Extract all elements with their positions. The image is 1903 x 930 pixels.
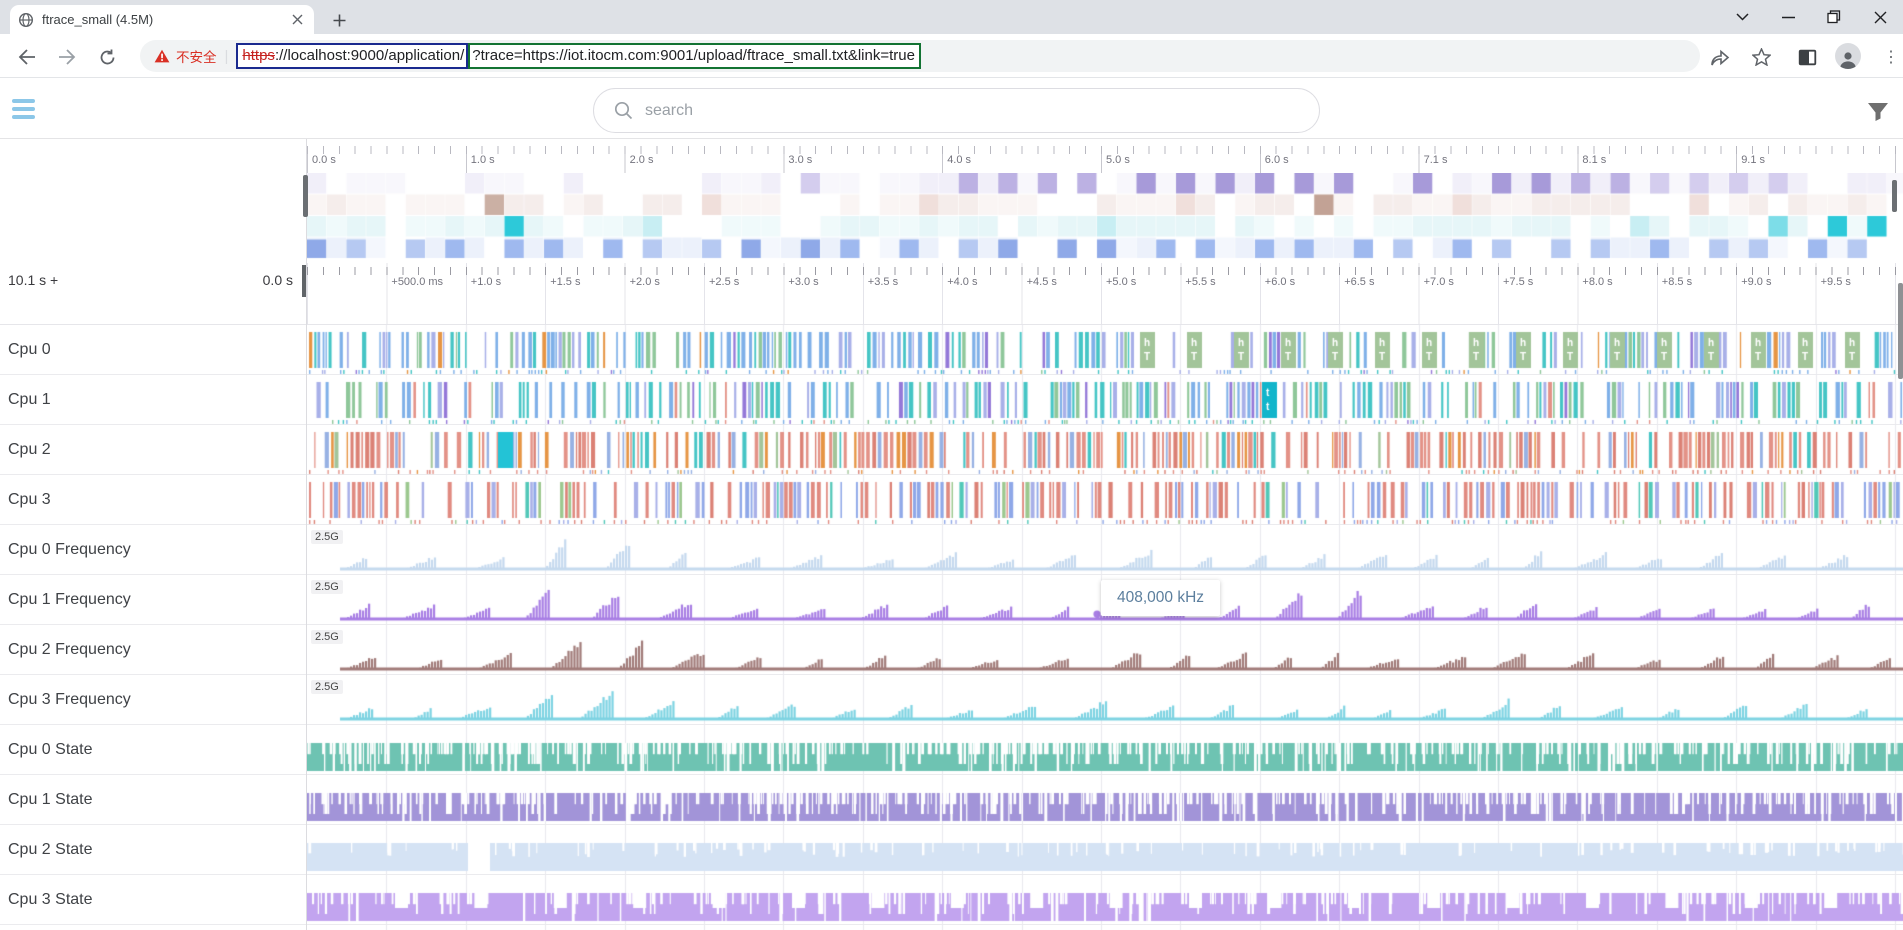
range-start-label: 0.0 s bbox=[263, 272, 293, 288]
back-icon[interactable] bbox=[14, 44, 40, 70]
visible-range-label: 10.1 s + bbox=[8, 272, 58, 288]
subruler-label: +4.0 s bbox=[947, 276, 977, 288]
ruler-label: 0.0 s bbox=[312, 154, 336, 166]
ruler-label: 4.0 s bbox=[947, 154, 971, 166]
track-label: Cpu 3 State bbox=[8, 875, 93, 924]
viewport-ruler: 10.1 s + 0.0 s +500.0 ms +1.0 s +1.5 s +2.0… bbox=[0, 259, 1903, 325]
overview-ruler: 0.0 s 1.0 s 2.0 s 3.0 s 4.0 s 5.0 s 6.0 s 7.1 s… bbox=[0, 139, 1903, 173]
ruler-label: 7.1 s bbox=[1424, 154, 1448, 166]
minimap-right-handle[interactable] bbox=[1892, 180, 1897, 212]
tab-strip: ftrace_small (4.5M) bbox=[0, 0, 1903, 34]
ruler-labels: 0.0 s 1.0 s 2.0 s 3.0 s 4.0 s 5.0 s 6.0 s 7.1 s… bbox=[307, 154, 1903, 172]
url-query-highlight: ?trace=https://iot.itocm.com:9001/upload… bbox=[468, 43, 921, 69]
reload-icon[interactable] bbox=[94, 44, 120, 70]
ruler-label: 8.1 s bbox=[1582, 154, 1606, 166]
track-label: Cpu 2 State bbox=[8, 825, 93, 874]
globe-icon bbox=[18, 12, 34, 28]
security-warning-label: 不安全 bbox=[176, 46, 217, 66]
track-label: Cpu 1 State bbox=[8, 775, 93, 824]
security-warning-icon bbox=[154, 49, 170, 63]
tab-close-icon[interactable] bbox=[288, 11, 306, 29]
track-label: Cpu 2 bbox=[8, 425, 51, 474]
url-scheme: https bbox=[242, 47, 275, 64]
subruler-label: +2.0 s bbox=[630, 276, 660, 288]
share-icon[interactable] bbox=[1708, 45, 1732, 69]
subruler-label: +1.0 s bbox=[471, 276, 501, 288]
bookmark-star-icon[interactable] bbox=[1749, 45, 1773, 69]
forward-icon[interactable] bbox=[54, 44, 80, 70]
search-icon bbox=[614, 101, 633, 120]
subruler-label: +9.5 s bbox=[1821, 276, 1851, 288]
subruler-label: +8.5 s bbox=[1662, 276, 1692, 288]
subruler-label: +7.0 s bbox=[1424, 276, 1454, 288]
track-label: Cpu 1 Frequency bbox=[8, 575, 131, 624]
overview-minimap[interactable] bbox=[307, 173, 1903, 259]
url-base-highlight: https://localhost:9000/application/ bbox=[236, 43, 468, 69]
window-controls bbox=[1719, 0, 1903, 34]
subruler-label: +3.0 s bbox=[788, 276, 818, 288]
filter-funnel-icon[interactable] bbox=[1867, 102, 1889, 124]
track-label: Cpu 1 bbox=[8, 375, 51, 424]
track-label: Cpu 0 State bbox=[8, 725, 93, 774]
track-label: Cpu 3 Frequency bbox=[8, 675, 131, 724]
side-panel-icon[interactable] bbox=[1795, 45, 1819, 69]
tab-title: ftrace_small (4.5M) bbox=[42, 12, 288, 27]
subruler-label: +500.0 ms bbox=[391, 276, 443, 288]
track-list: Cpu 0Cpu 1Cpu 2Cpu 3Cpu 0 Frequency2.5GC… bbox=[0, 325, 1903, 930]
ruler-tick-marks bbox=[307, 146, 1903, 154]
subruler-labels: +500.0 ms +1.0 s +1.5 s +2.0 s +2.5 s +3.0 s +… bbox=[307, 276, 1903, 292]
subruler-label: +5.0 s bbox=[1106, 276, 1136, 288]
omnibox-separator: | bbox=[225, 48, 229, 65]
subruler-tick-marks bbox=[307, 267, 1903, 275]
address-bar[interactable]: 不安全 | https://localhost:9000/application… bbox=[140, 40, 1700, 72]
browser-menu-icon[interactable]: ⋮ bbox=[1882, 44, 1900, 70]
timeline-canvas[interactable] bbox=[307, 325, 1903, 930]
frequency-tooltip: 408,000 kHz bbox=[1101, 580, 1220, 616]
search-input[interactable] bbox=[645, 102, 1299, 120]
subruler-label: +3.5 s bbox=[868, 276, 898, 288]
track-label: Cpu 2 Frequency bbox=[8, 625, 131, 674]
url-host-path: ://localhost:9000/application/ bbox=[275, 47, 464, 64]
ruler-label: 3.0 s bbox=[788, 154, 812, 166]
minimap-left-handle[interactable] bbox=[303, 175, 308, 217]
close-icon[interactable] bbox=[1857, 0, 1903, 34]
subruler-label: +7.5 s bbox=[1503, 276, 1533, 288]
subruler-label: +6.0 s bbox=[1265, 276, 1295, 288]
profile-avatar[interactable] bbox=[1835, 43, 1861, 69]
ruler-label: 9.1 s bbox=[1741, 154, 1765, 166]
search-box[interactable] bbox=[593, 88, 1320, 133]
origin-marker[interactable] bbox=[302, 265, 306, 297]
new-tab-button[interactable] bbox=[326, 7, 352, 33]
track-label: Cpu 3 bbox=[8, 475, 51, 524]
browser-toolbar: 不安全 | https://localhost:9000/application… bbox=[0, 34, 1903, 78]
ruler-label: 5.0 s bbox=[1106, 154, 1130, 166]
subruler-label: +4.5 s bbox=[1027, 276, 1057, 288]
subruler-label: +6.5 s bbox=[1344, 276, 1374, 288]
vertical-scrollbar-thumb[interactable] bbox=[1898, 283, 1903, 379]
ruler-label: 2.0 s bbox=[630, 154, 654, 166]
minimize-icon[interactable] bbox=[1765, 0, 1811, 34]
browser-tab[interactable]: ftrace_small (4.5M) bbox=[10, 5, 314, 34]
ruler-label: 6.0 s bbox=[1265, 154, 1289, 166]
subruler-label: +5.5 s bbox=[1185, 276, 1215, 288]
hamburger-menu-icon[interactable] bbox=[12, 99, 36, 123]
track-label: Cpu 0 Frequency bbox=[8, 525, 131, 574]
panel-divider bbox=[306, 139, 307, 930]
tab-search-icon[interactable] bbox=[1719, 0, 1765, 34]
restore-icon[interactable] bbox=[1811, 0, 1857, 34]
ruler-label: 1.0 s bbox=[471, 154, 495, 166]
subruler-label: +1.5 s bbox=[550, 276, 580, 288]
track-label: Cpu 0 bbox=[8, 325, 51, 374]
subruler-label: +2.5 s bbox=[709, 276, 739, 288]
browser-window: ftrace_small (4.5M) bbox=[0, 0, 1903, 930]
subruler-label: +8.0 s bbox=[1582, 276, 1612, 288]
subruler-label: +9.0 s bbox=[1741, 276, 1771, 288]
